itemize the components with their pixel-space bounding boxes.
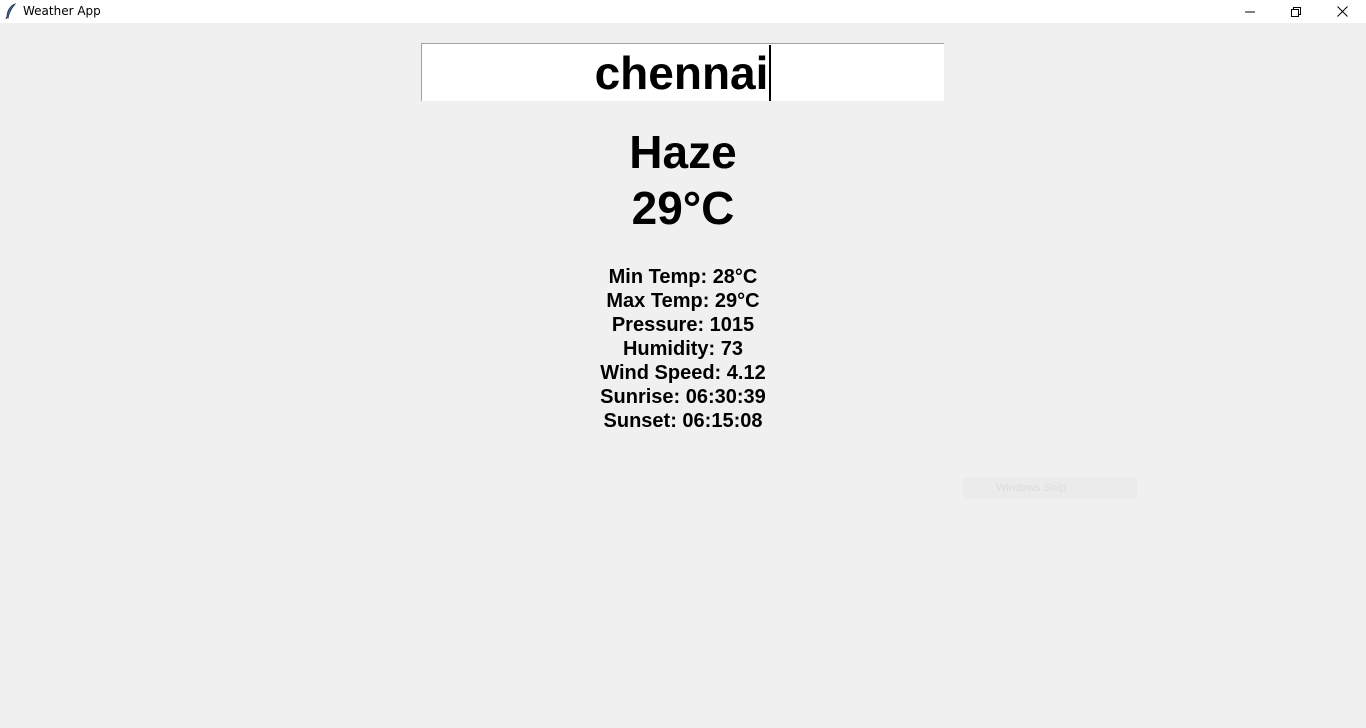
restore-icon [1291,6,1301,17]
max-temp-label: Max Temp: 29°C [606,290,760,312]
window-title: Weather App [23,4,101,18]
humidity-label: Humidity: 73 [622,338,744,360]
city-search-input[interactable]: chennai [421,43,944,101]
weather-details: Min Temp: 28°C Max Temp: 29°C Pressure: … [0,265,1366,433]
min-temp-label: Min Temp: 28°C [608,266,758,288]
wind-speed-label: Wind Speed: 4.12 [600,362,766,384]
close-button[interactable] [1319,0,1365,23]
text-caret [769,44,772,101]
title-bar[interactable]: Weather App [0,0,1366,23]
pressure-label: Pressure: 1015 [611,314,755,336]
sunset-label: Sunset: 06:15:08 [603,410,763,432]
sunrise-label: Sunrise: 06:30:39 [600,386,766,408]
feather-icon [5,3,17,20]
close-icon [1336,6,1348,17]
city-search-value: chennai [594,46,769,99]
restore-button[interactable] [1273,0,1319,23]
current-temperature: 29°C [631,182,735,234]
snip-overlay-hint: Windows Snip [963,478,1137,499]
minimize-button[interactable] [1227,0,1273,23]
weather-condition: Haze [629,126,737,178]
minimize-icon [1245,11,1255,12]
